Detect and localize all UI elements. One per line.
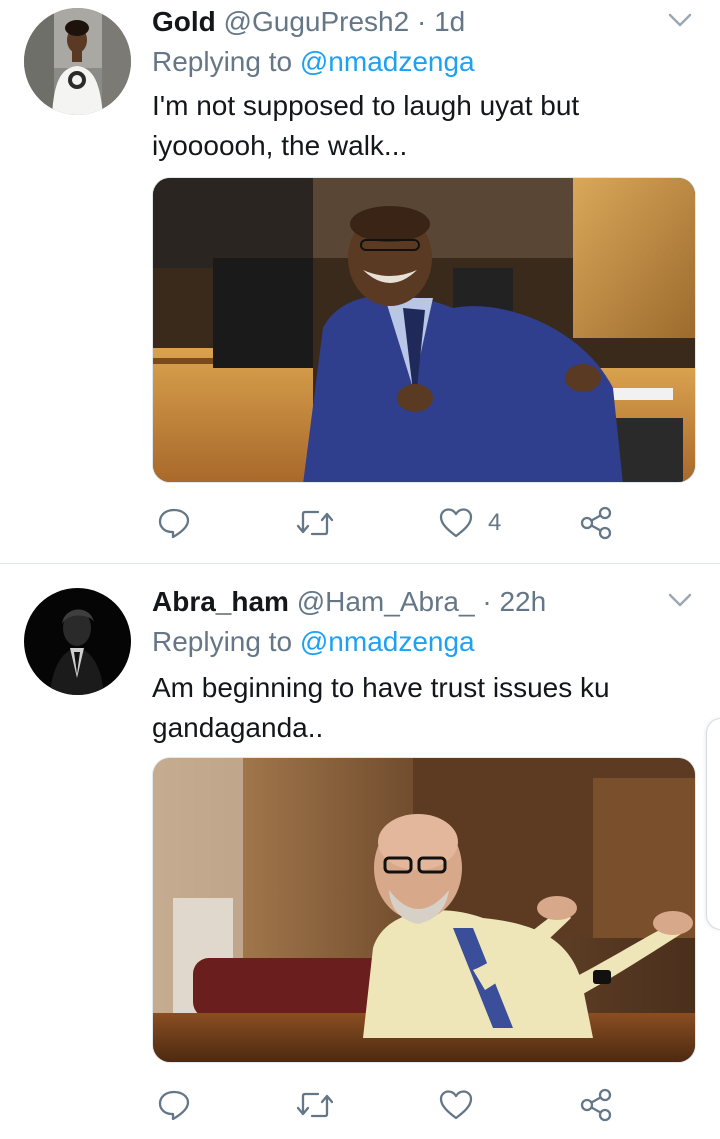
avatar-image <box>24 588 131 695</box>
like-button[interactable] <box>438 1083 488 1127</box>
like-button[interactable]: 4 <box>438 501 501 545</box>
share-icon <box>578 1087 614 1123</box>
share-button[interactable] <box>578 501 614 545</box>
tweet[interactable]: Gold @GuguPresh2 · 1d Replying to @nmadz… <box>0 0 720 563</box>
like-count: 4 <box>488 509 502 536</box>
tweet-actions <box>152 1083 696 1127</box>
mention-link[interactable]: @nmadzenga <box>300 46 475 77</box>
retweet-button[interactable] <box>296 501 334 545</box>
tweet-text: Am beginning to have trust issues ku gan… <box>152 668 682 748</box>
tweet-media-photo[interactable] <box>152 177 696 483</box>
avatar-image <box>24 8 131 115</box>
replying-to-label: Replying to <box>152 46 293 77</box>
tweet-header: Abra_ham @Ham_Abra_ · 22h <box>152 584 660 620</box>
heart-icon <box>438 505 474 541</box>
scroll-handle[interactable] <box>706 718 720 930</box>
share-icon <box>578 505 614 541</box>
separator-dot: · <box>416 6 427 37</box>
share-button[interactable] <box>578 1083 614 1127</box>
retweet-icon <box>296 505 334 541</box>
avatar[interactable] <box>24 588 131 695</box>
photo-image <box>153 758 695 1062</box>
avatar[interactable] <box>24 8 131 115</box>
reply-button[interactable] <box>156 1083 192 1127</box>
timestamp[interactable]: 1d <box>434 6 465 37</box>
tweet-actions: 4 <box>152 501 696 545</box>
chevron-down-icon[interactable] <box>664 584 696 616</box>
replying-to-label: Replying to <box>152 626 293 657</box>
retweet-icon <box>296 1087 334 1123</box>
reply-button[interactable] <box>156 501 192 545</box>
chevron-down-icon[interactable] <box>664 4 696 36</box>
reply-icon <box>156 1087 192 1123</box>
retweet-button[interactable] <box>296 1083 334 1127</box>
tweet-text-line: I'm not supposed to laugh uyat but <box>152 90 580 121</box>
display-name[interactable]: Gold <box>152 6 216 37</box>
tweet-text-line: iyoooooh, the walk... <box>152 130 408 161</box>
mention-link[interactable]: @nmadzenga <box>300 626 475 657</box>
timestamp[interactable]: 22h <box>499 586 546 617</box>
separator-dot: · <box>482 586 492 617</box>
user-handle[interactable]: @Ham_Abra_ <box>297 586 475 617</box>
tweet-text-line: gandaganda.. <box>152 712 324 743</box>
tweet-text-line: Am beginning to have trust issues ku <box>152 672 610 703</box>
reply-icon <box>156 505 192 541</box>
user-handle[interactable]: @GuguPresh2 <box>224 6 410 37</box>
display-name[interactable]: Abra_ham <box>152 586 289 617</box>
replying-to: Replying to @nmadzenga <box>152 624 475 660</box>
tweet[interactable]: Abra_ham @Ham_Abra_ · 22h Replying to @n… <box>0 564 720 1139</box>
tweet-media-photo[interactable] <box>152 757 696 1063</box>
tweet-header: Gold @GuguPresh2 · 1d <box>152 4 660 40</box>
replying-to: Replying to @nmadzenga <box>152 44 475 80</box>
tweet-text: I'm not supposed to laugh uyat but iyooo… <box>152 86 682 166</box>
heart-icon <box>438 1087 474 1123</box>
photo-image <box>153 178 695 482</box>
